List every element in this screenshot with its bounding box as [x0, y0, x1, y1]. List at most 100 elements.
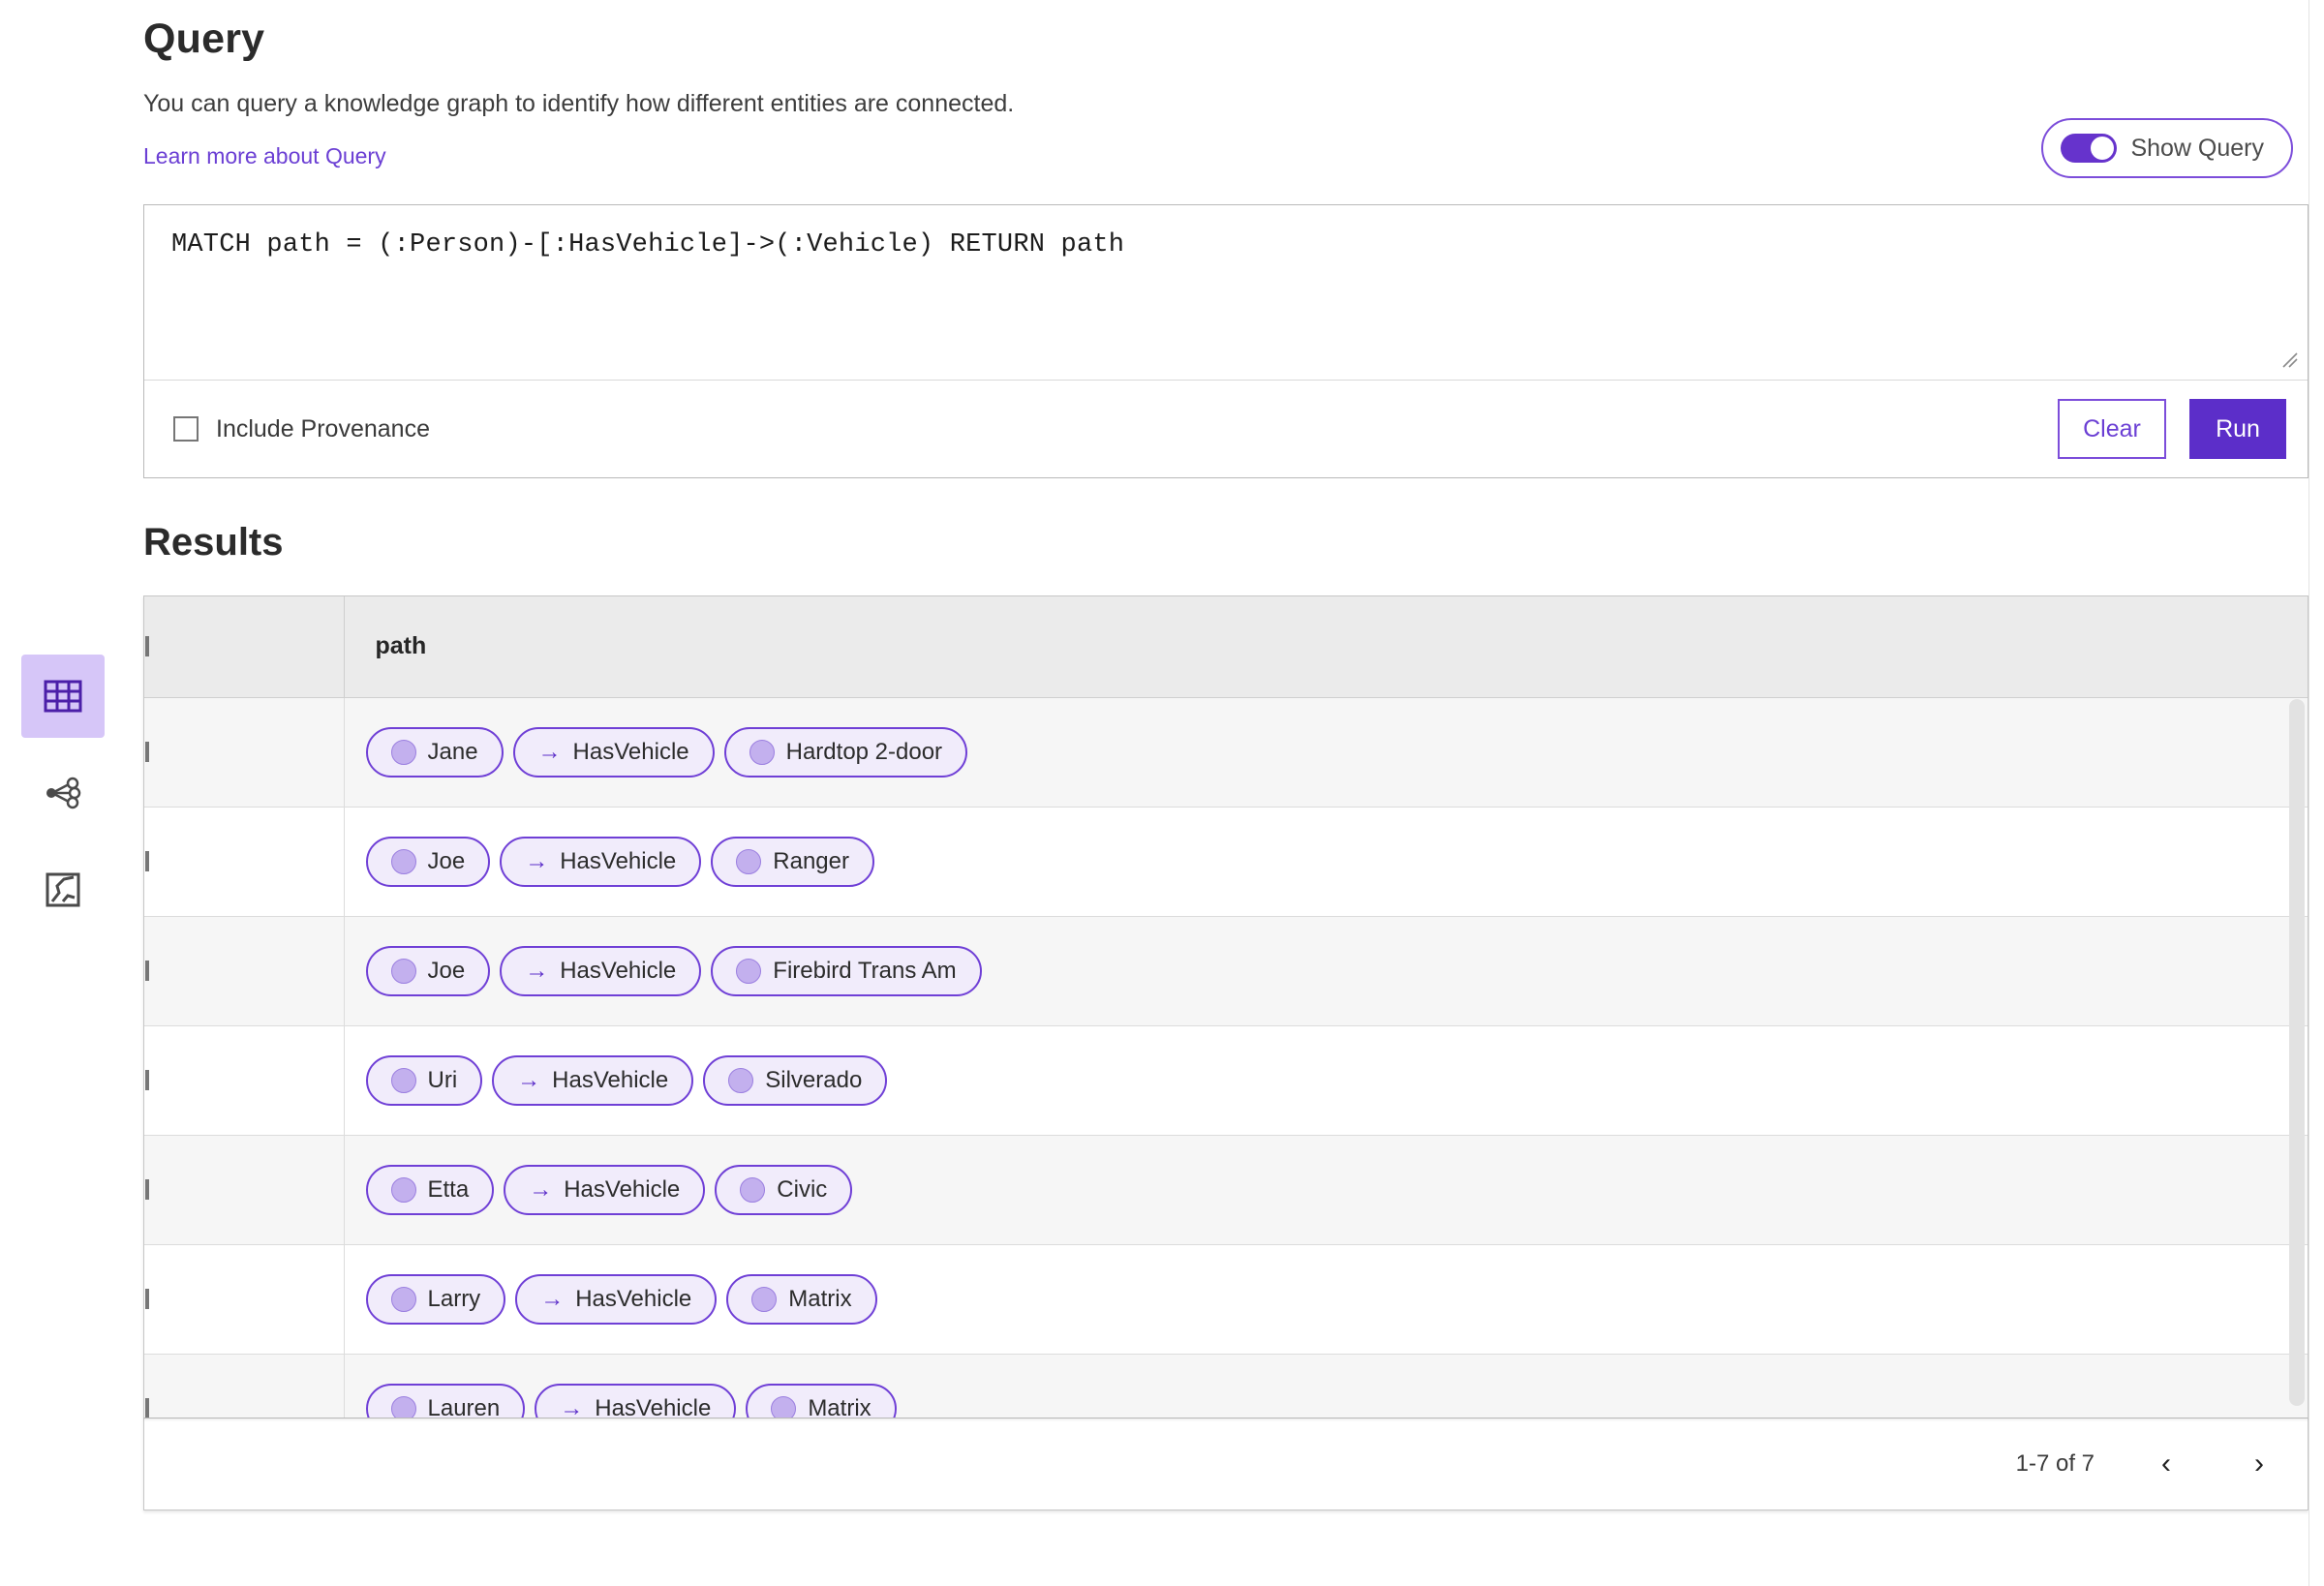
source-node-chip[interactable]: Uri — [365, 1054, 483, 1106]
target-node-chip[interactable]: Hardtop 2-door — [723, 726, 968, 778]
results-table: path Jane → HasVehicle Hardtop 2-door Joe → Ha… — [144, 596, 2308, 1418]
path-cell: Larry → HasVehicle Matrix — [344, 1244, 2308, 1355]
select-all-checkbox[interactable] — [145, 635, 149, 656]
toggle-switch[interactable] — [2061, 134, 2118, 163]
node-circle-icon — [751, 1286, 778, 1312]
map-icon — [45, 871, 81, 908]
query-action-bar: Include Provenance Clear Run — [144, 380, 2308, 477]
select-all-header — [144, 596, 345, 698]
relation-chip[interactable]: → HasVehicle — [512, 726, 715, 778]
relation-chip-label: HasVehicle — [572, 738, 689, 765]
row-select-cell — [144, 807, 345, 917]
table-row[interactable]: Joe → HasVehicle Ranger — [144, 807, 2308, 917]
main-content: Query You can query a knowledge graph to… — [143, 0, 2309, 1510]
page-title: Query — [143, 15, 265, 62]
source-node-chip[interactable]: Joe — [365, 836, 491, 887]
table-row[interactable]: Etta → HasVehicle Civic — [144, 1135, 2308, 1245]
relation-chip[interactable]: → HasVehicle — [515, 1273, 718, 1325]
target-node-chip[interactable]: Ranger — [711, 836, 874, 887]
row-select-cell — [144, 1354, 345, 1418]
path-chip-group: Etta → HasVehicle Civic — [365, 1164, 2308, 1215]
table-header-row: path — [144, 596, 2308, 698]
node-circle-icon — [390, 739, 416, 765]
node-circle-icon — [390, 958, 416, 984]
path-cell: Etta → HasVehicle Civic — [344, 1135, 2308, 1245]
relation-chip[interactable]: → HasVehicle — [535, 1383, 737, 1418]
clear-button[interactable]: Clear — [2058, 399, 2166, 459]
include-provenance-row[interactable]: Include Provenance — [173, 415, 430, 443]
table-row[interactable]: Larry → HasVehicle Matrix — [144, 1244, 2308, 1355]
pagination-range: 1-7 of 7 — [2015, 1450, 2095, 1477]
sidebar-item-map-view[interactable] — [21, 848, 105, 931]
path-chip-group: Larry → HasVehicle Matrix — [365, 1273, 2308, 1325]
next-page-button[interactable]: › — [2238, 1443, 2280, 1485]
arrow-right-icon: → — [525, 847, 549, 874]
sidebar-item-table-view[interactable] — [21, 655, 105, 738]
table-row[interactable]: Lauren → HasVehicle Matrix — [144, 1354, 2308, 1418]
relation-chip[interactable]: → HasVehicle — [504, 1164, 706, 1215]
row-select-checkbox[interactable] — [145, 1178, 149, 1200]
row-select-checkbox[interactable] — [145, 960, 149, 981]
relation-chip-label: HasVehicle — [560, 847, 677, 874]
results-vertical-scrollbar[interactable] — [2289, 699, 2305, 1406]
source-node-chip-label: Jane — [427, 738, 478, 765]
target-node-chip[interactable]: Matrix — [726, 1273, 877, 1325]
resize-grip-icon[interactable] — [2280, 351, 2302, 372]
row-select-checkbox[interactable] — [145, 1288, 149, 1309]
source-node-chip[interactable]: Etta — [365, 1164, 495, 1215]
row-select-cell — [144, 1244, 345, 1355]
show-query-toggle[interactable]: Show Query — [2041, 118, 2293, 178]
source-node-chip-label: Joe — [427, 957, 466, 984]
query-input[interactable]: MATCH path = (:Person)-[:HasVehicle]->(:… — [144, 205, 2308, 380]
page-scrollbar[interactable] — [2309, 0, 2324, 1586]
run-button[interactable]: Run — [2189, 399, 2286, 459]
path-chip-group: Uri → HasVehicle Silverado — [365, 1054, 2308, 1106]
table-row[interactable]: Uri → HasVehicle Silverado — [144, 1025, 2308, 1136]
view-mode-rail — [21, 655, 105, 931]
relation-chip[interactable]: → HasVehicle — [492, 1054, 694, 1106]
source-node-chip[interactable]: Joe — [365, 945, 491, 996]
target-node-chip-label: Hardtop 2-door — [785, 738, 943, 765]
arrow-right-icon: → — [540, 1285, 565, 1312]
sidebar-item-graph-view[interactable] — [21, 751, 105, 835]
target-node-chip[interactable]: Matrix — [746, 1383, 897, 1418]
target-node-chip[interactable]: Civic — [715, 1164, 853, 1215]
source-node-chip[interactable]: Larry — [365, 1273, 506, 1325]
relation-chip-label: HasVehicle — [552, 1066, 669, 1093]
target-node-chip[interactable]: Firebird Trans Am — [711, 945, 982, 996]
include-provenance-checkbox[interactable] — [173, 416, 199, 442]
source-node-chip[interactable]: Jane — [365, 726, 504, 778]
row-select-checkbox[interactable] — [145, 1069, 149, 1090]
target-node-chip-label: Ranger — [773, 847, 849, 874]
table-row[interactable]: Jane → HasVehicle Hardtop 2-door — [144, 697, 2308, 808]
path-cell: Uri → HasVehicle Silverado — [344, 1025, 2308, 1136]
node-circle-icon — [736, 848, 762, 874]
results-table-head: path — [144, 596, 2308, 698]
target-node-chip-label: Civic — [777, 1175, 828, 1203]
row-select-checkbox[interactable] — [145, 741, 149, 762]
source-node-chip[interactable]: Lauren — [365, 1383, 526, 1418]
results-pagination: 1-7 of 7 ‹ › — [143, 1418, 2309, 1510]
path-cell: Lauren → HasVehicle Matrix — [344, 1354, 2308, 1418]
page-subtitle: You can query a knowledge graph to ident… — [143, 90, 1015, 117]
arrow-right-icon: → — [560, 1394, 584, 1418]
relation-chip[interactable]: → HasVehicle — [500, 945, 702, 996]
include-provenance-label: Include Provenance — [216, 414, 430, 442]
learn-more-link[interactable]: Learn more about Query — [143, 143, 386, 169]
row-select-cell — [144, 916, 345, 1026]
toggle-knob — [2091, 137, 2115, 160]
row-select-cell — [144, 1135, 345, 1245]
node-circle-icon — [390, 1286, 416, 1312]
table-row[interactable]: Joe → HasVehicle Firebird Trans Am — [144, 916, 2308, 1026]
results-table-container: path Jane → HasVehicle Hardtop 2-door Joe → Ha… — [143, 595, 2309, 1418]
node-circle-icon — [728, 1067, 754, 1093]
target-node-chip[interactable]: Silverado — [703, 1054, 888, 1106]
row-select-cell — [144, 1025, 345, 1136]
row-select-cell — [144, 697, 345, 808]
relation-chip-label: HasVehicle — [560, 957, 677, 984]
previous-page-button[interactable]: ‹ — [2145, 1443, 2187, 1485]
query-editor-panel: MATCH path = (:Person)-[:HasVehicle]->(:… — [143, 204, 2309, 478]
row-select-checkbox[interactable] — [145, 1397, 149, 1418]
row-select-checkbox[interactable] — [145, 850, 149, 871]
relation-chip[interactable]: → HasVehicle — [500, 836, 702, 887]
